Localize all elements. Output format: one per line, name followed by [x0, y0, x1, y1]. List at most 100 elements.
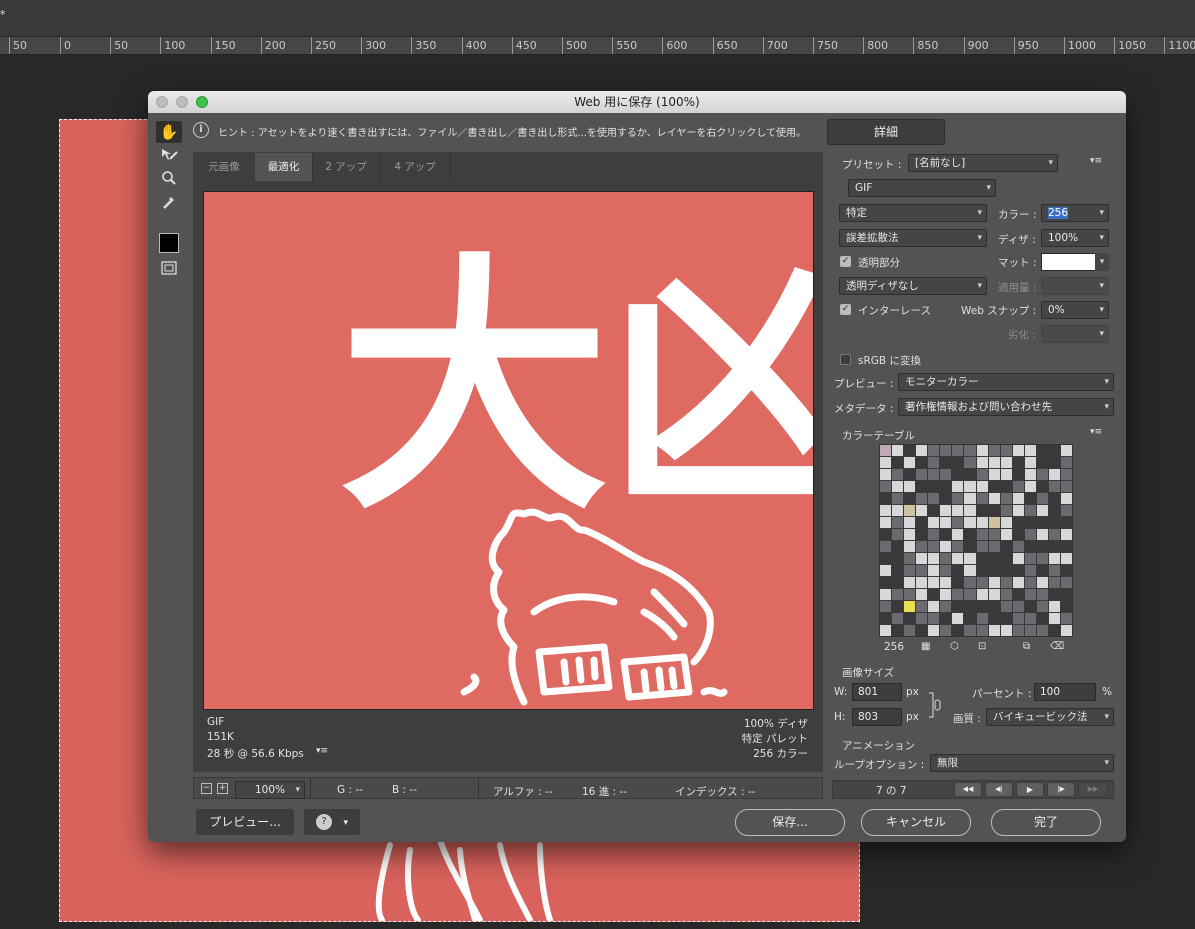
color-swatch[interactable] [976, 565, 988, 576]
color-swatch[interactable] [1024, 589, 1036, 600]
color-swatch[interactable] [1060, 445, 1072, 456]
color-swatch[interactable] [1000, 577, 1012, 588]
color-swatch[interactable] [904, 445, 916, 456]
color-swatch[interactable] [880, 589, 892, 600]
color-swatch[interactable] [880, 625, 892, 636]
color-swatch[interactable] [928, 541, 940, 552]
color-swatch[interactable] [1012, 541, 1024, 552]
color-swatch[interactable] [928, 601, 940, 612]
color-swatch[interactable] [928, 481, 940, 492]
color-swatch[interactable] [952, 613, 964, 624]
color-swatch[interactable] [1048, 517, 1060, 528]
first-frame-icon[interactable]: ◀◀ [954, 782, 982, 797]
web-shift-icon[interactable]: ⬡ [950, 641, 959, 652]
file-format-select[interactable]: GIF ▾ [848, 179, 996, 197]
lock-color-icon[interactable]: ⊡ [978, 641, 986, 652]
color-swatch[interactable] [880, 613, 892, 624]
color-swatch[interactable] [1012, 481, 1024, 492]
color-table-menu-icon[interactable]: ▾≡ [1090, 427, 1102, 437]
interlace-checkbox[interactable]: ✓ [840, 304, 851, 315]
color-swatch[interactable] [1036, 481, 1048, 492]
color-swatch[interactable] [916, 553, 928, 564]
color-swatch[interactable] [892, 505, 904, 516]
color-swatch[interactable] [1000, 505, 1012, 516]
zoom-level-select[interactable]: 100% ▾ [235, 781, 305, 799]
color-swatch[interactable] [928, 445, 940, 456]
transparency-dither-select[interactable]: 透明ディザなし ▾ [839, 277, 987, 295]
metadata-select[interactable]: 著作権情報および問い合わせ先 ▾ [898, 398, 1114, 416]
color-swatch[interactable] [904, 565, 916, 576]
preview-mode-select[interactable]: モニターカラー ▾ [898, 373, 1114, 391]
color-swatch[interactable] [880, 445, 892, 456]
document-tab[interactable]: * [0, 8, 6, 21]
color-swatch[interactable] [988, 577, 1000, 588]
color-swatch[interactable] [880, 457, 892, 468]
color-swatch[interactable] [1012, 517, 1024, 528]
color-swatch[interactable] [904, 589, 916, 600]
color-swatch[interactable] [976, 505, 988, 516]
color-swatch[interactable] [1000, 601, 1012, 612]
color-swatch[interactable] [940, 481, 952, 492]
color-swatch[interactable] [940, 553, 952, 564]
color-swatch[interactable] [988, 589, 1000, 600]
color-swatch[interactable] [928, 469, 940, 480]
color-swatch[interactable] [928, 577, 940, 588]
color-swatch[interactable] [1012, 493, 1024, 504]
color-swatch[interactable] [1060, 625, 1072, 636]
color-swatch[interactable] [1060, 517, 1072, 528]
color-swatch[interactable] [1060, 601, 1072, 612]
color-swatch[interactable] [928, 493, 940, 504]
color-swatch[interactable] [1000, 565, 1012, 576]
color-swatch[interactable] [1000, 469, 1012, 480]
color-swatch[interactable] [1048, 613, 1060, 624]
color-swatch[interactable] [916, 625, 928, 636]
color-swatch[interactable] [952, 565, 964, 576]
color-swatch[interactable] [1024, 493, 1036, 504]
color-swatch[interactable] [1024, 565, 1036, 576]
color-swatch[interactable] [904, 469, 916, 480]
color-swatch[interactable] [892, 457, 904, 468]
color-swatch[interactable] [1012, 445, 1024, 456]
color-swatch[interactable] [1012, 577, 1024, 588]
color-swatch[interactable] [904, 505, 916, 516]
color-swatch[interactable] [940, 625, 952, 636]
color-swatch[interactable] [916, 541, 928, 552]
color-swatch[interactable] [1000, 625, 1012, 636]
color-swatch[interactable] [964, 505, 976, 516]
color-swatch[interactable] [1036, 445, 1048, 456]
color-swatch[interactable] [904, 457, 916, 468]
quality-select[interactable]: バイキュービック法 ▾ [986, 708, 1114, 726]
eyedropper-color-swatch[interactable] [159, 233, 179, 253]
color-swatch[interactable] [1012, 613, 1024, 624]
color-swatch[interactable] [916, 601, 928, 612]
color-swatch[interactable] [1000, 457, 1012, 468]
color-swatch[interactable] [916, 505, 928, 516]
color-swatch[interactable] [1012, 469, 1024, 480]
optimize-menu-icon[interactable]: ▾≡ [1090, 156, 1102, 166]
color-swatch[interactable] [988, 481, 1000, 492]
color-swatch[interactable] [1024, 601, 1036, 612]
color-swatch[interactable] [904, 481, 916, 492]
color-swatch[interactable] [952, 457, 964, 468]
color-swatch[interactable] [964, 457, 976, 468]
color-swatch[interactable] [880, 553, 892, 564]
color-swatch[interactable] [1000, 529, 1012, 540]
color-swatch[interactable] [892, 625, 904, 636]
color-swatch[interactable] [1000, 541, 1012, 552]
color-swatch[interactable] [904, 613, 916, 624]
color-swatch[interactable] [964, 493, 976, 504]
color-swatch[interactable] [1060, 541, 1072, 552]
optimized-preview-image[interactable]: 大凶 [203, 191, 814, 710]
color-swatch[interactable] [1048, 481, 1060, 492]
color-swatch[interactable] [1024, 553, 1036, 564]
color-swatch[interactable] [1024, 541, 1036, 552]
websnap-input[interactable]: 0% ▾ [1041, 301, 1109, 319]
color-swatch[interactable] [976, 493, 988, 504]
color-swatch[interactable] [988, 553, 1000, 564]
color-swatch[interactable] [916, 589, 928, 600]
preview-in-browser-button[interactable]: プレビュー... [196, 809, 294, 835]
color-swatch[interactable] [916, 517, 928, 528]
color-swatch[interactable] [976, 469, 988, 480]
color-swatch[interactable] [916, 529, 928, 540]
color-swatch[interactable] [1024, 625, 1036, 636]
